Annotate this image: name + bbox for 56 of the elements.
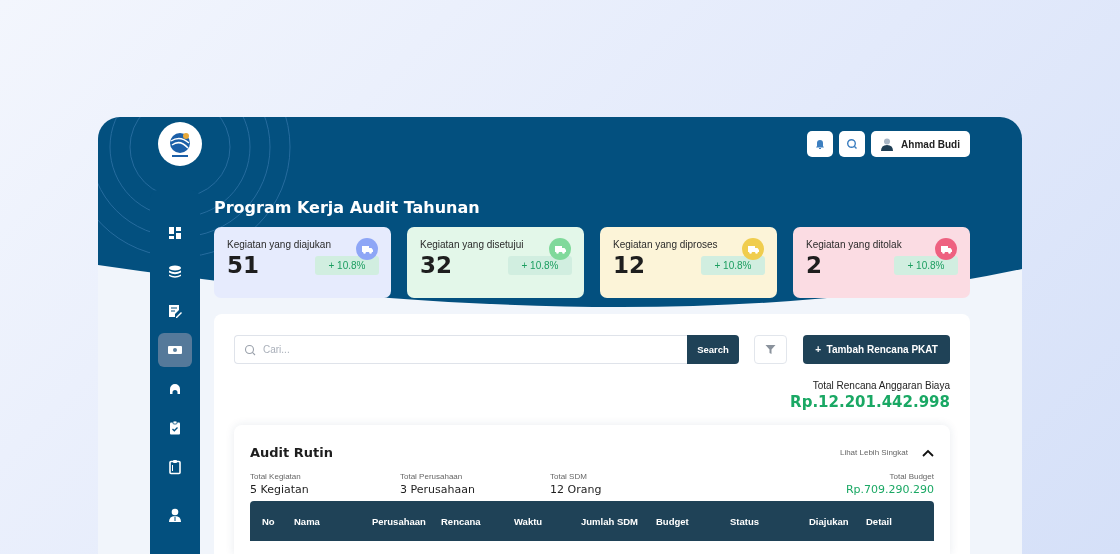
stat-label: Kegiatan yang disetujui <box>420 239 525 250</box>
column-header: Perusahaan <box>372 515 427 527</box>
database-icon <box>167 264 183 280</box>
stat-value: 51 <box>227 252 259 278</box>
stat-value: 12 Orang <box>550 483 603 496</box>
change-badge: + 10.8% <box>508 255 572 275</box>
stat-value: 3 Perusahaan <box>400 483 476 496</box>
search-icon <box>244 343 256 356</box>
column-header: Jumlah SDM <box>581 515 639 527</box>
section-title: Audit Rutin <box>250 445 333 460</box>
search-icon <box>846 138 859 150</box>
change-badge: + 10.8% <box>894 255 958 275</box>
stat-value: 2 <box>806 252 822 278</box>
support-icon <box>167 381 183 397</box>
column-header: Diajukan <box>809 515 850 527</box>
stat-value: Rp.709.290.290 <box>844 483 934 496</box>
sidebar-item[interactable] <box>158 333 192 367</box>
stat-label: Kegiatan yang ditolak <box>806 239 903 250</box>
filter-icon <box>765 344 776 355</box>
notification-button[interactable] <box>807 131 834 157</box>
add-plan-button[interactable]: + Tambah Rencana PKAT <box>803 335 950 364</box>
stat-label: Kegiatan yang diproses <box>613 239 719 250</box>
stat-label: Total Kegiatan <box>250 472 302 481</box>
search-button[interactable]: Search <box>687 335 739 364</box>
stat-label: Total Perusahaan <box>400 472 464 481</box>
search-button[interactable] <box>839 131 866 157</box>
total-budget-label: Total Rencana Anggaran Biaya <box>812 380 950 391</box>
checklist-icon <box>167 420 183 436</box>
user-menu-button[interactable]: Ahmad Budi <box>871 131 970 157</box>
total-budget-value: Rp.12.201.442.998 <box>790 393 950 411</box>
user-icon <box>881 137 894 151</box>
page-title: Program Kerja Audit Tahunan <box>214 198 481 218</box>
profile-icon <box>167 507 183 523</box>
column-header: No <box>262 515 276 527</box>
clipboard-icon <box>167 459 183 475</box>
column-header: Budget <box>656 515 690 527</box>
collapse-link[interactable]: Lihat Lebih Singkat <box>839 448 908 457</box>
dashboard-icon <box>167 225 183 241</box>
column-header: Status <box>730 515 761 527</box>
filter-button[interactable] <box>754 335 787 364</box>
column-header: Waktu <box>514 515 544 527</box>
edit-icon <box>167 303 183 319</box>
stat-label: Total SDM <box>550 472 588 481</box>
search-field[interactable]: Cari... <box>234 335 687 364</box>
change-badge: + 10.8% <box>315 255 379 275</box>
stat-label: Total Budget <box>888 472 934 481</box>
chevron-icon[interactable] <box>922 448 934 457</box>
column-header: Rencana <box>441 515 482 527</box>
stat-label: Kegiatan yang diajukan <box>227 239 332 250</box>
stat-value: 5 Kegiatan <box>250 483 310 496</box>
stat-value: 32 <box>420 252 452 278</box>
bell-icon <box>814 138 827 150</box>
stat-value: 12 <box>613 252 645 278</box>
column-header: Nama <box>294 515 321 527</box>
column-header: Detail <box>866 515 893 527</box>
change-badge: + 10.8% <box>701 255 765 275</box>
